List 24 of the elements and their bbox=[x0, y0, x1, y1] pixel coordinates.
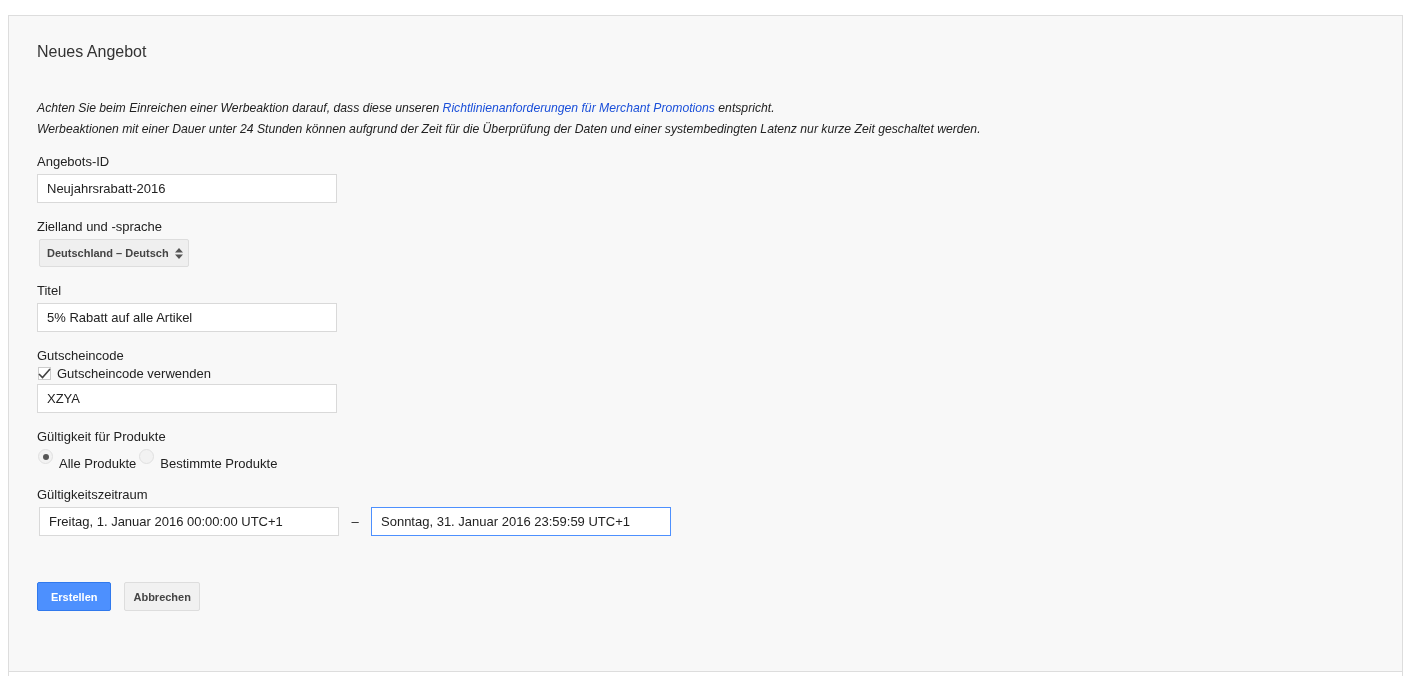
radio-label: Bestimmte Produkte bbox=[160, 456, 278, 471]
range-separator: – bbox=[350, 514, 360, 529]
input-field[interactable]: Freitag, 1. Januar 2016 00:00:00 UTC+1 bbox=[39, 507, 339, 536]
notice-text: Achten Sie beim Einreichen einer Werbeaktion darauf, dass diese unseren Richtlinienanforderungen für Merchant Promotions entspricht. bbox=[37, 100, 775, 117]
input-field[interactable]: Sonntag, 31. Januar 2016 23:59:59 UTC+1 bbox=[371, 507, 671, 536]
input-field[interactable]: 5% Rabatt auf alle Artikel bbox=[37, 303, 337, 332]
panel-title: Neues Angebot bbox=[37, 43, 147, 61]
field-label: Gutscheincode bbox=[37, 348, 124, 363]
country-language-select[interactable]: Deutschland – Deutsch bbox=[39, 239, 189, 267]
radio-button[interactable] bbox=[38, 449, 53, 464]
field-label: Gültigkeitszeitraum bbox=[37, 487, 148, 502]
sort-arrows-icon bbox=[174, 247, 183, 259]
radio-label: Alle Produkte bbox=[59, 456, 137, 471]
checkbox-label: Gutscheincode verwenden bbox=[57, 366, 211, 381]
input-field[interactable]: XZYA bbox=[37, 384, 337, 413]
field-label: Titel bbox=[37, 283, 62, 298]
notice-text: Werbeaktionen mit einer Dauer unter 24 Stunden können aufgrund der Zeit für die Überprüfung der Daten und einer systembedingten Latenz nur kurze Zeit geschaltet werden. bbox=[37, 121, 981, 138]
field-label: Zielland und -sprache bbox=[37, 219, 163, 234]
cancel-button[interactable]: Abbrechen bbox=[124, 582, 200, 611]
input-field[interactable]: Neujahrsrabatt-2016 bbox=[37, 174, 337, 203]
field-label: Angebots-ID bbox=[37, 154, 110, 169]
checkbox[interactable] bbox=[38, 367, 51, 380]
field-label: Gültigkeit für Produkte bbox=[37, 429, 166, 444]
policy-link[interactable]: Richtlinienanforderungen für Merchant Promotions bbox=[442, 101, 715, 115]
